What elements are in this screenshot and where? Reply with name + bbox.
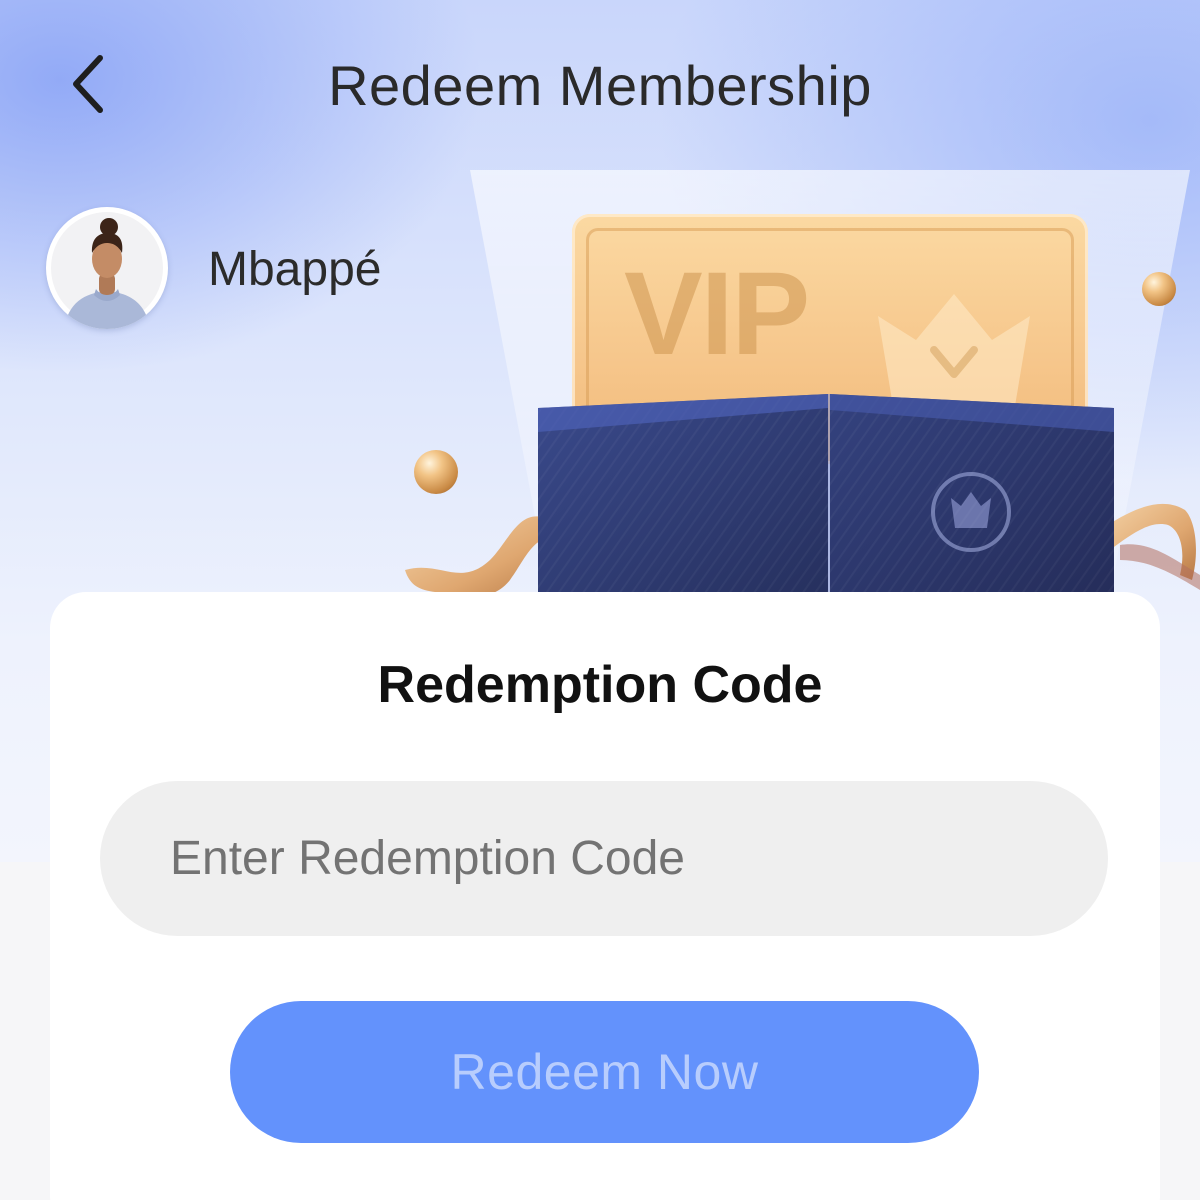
- avatar[interactable]: [46, 207, 168, 329]
- avatar-image: [51, 212, 163, 329]
- page-title: Redeem Membership: [328, 54, 872, 117]
- redeem-membership-screen: Redeem Membership Mbappé VIP Redemption …: [0, 0, 1200, 1200]
- redemption-code-field[interactable]: [100, 781, 1108, 936]
- gold-ball-decoration: [414, 450, 458, 494]
- redemption-title: Redemption Code: [377, 656, 823, 714]
- redemption-code-input[interactable]: [170, 781, 1050, 936]
- vip-card-text: VIP: [624, 248, 810, 380]
- wallet-illustration: [538, 394, 1114, 594]
- gold-ball-decoration: [1142, 272, 1176, 306]
- ribbon-decoration: [1100, 503, 1200, 590]
- redeem-now-button[interactable]: Redeem Now: [230, 1001, 979, 1143]
- username: Mbappé: [208, 243, 382, 296]
